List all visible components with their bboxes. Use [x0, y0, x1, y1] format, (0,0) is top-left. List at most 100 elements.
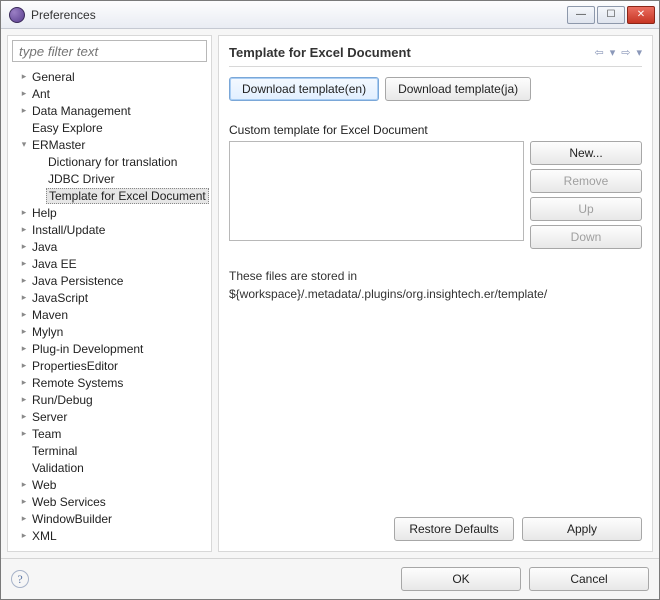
arrow-collapsed-icon[interactable]: ▸	[18, 530, 30, 541]
arrow-collapsed-icon[interactable]: ▸	[18, 309, 30, 320]
tree-node-label: Java	[30, 240, 59, 254]
preferences-tree[interactable]: ▸General▸Ant▸Data ManagementEasy Explore…	[8, 66, 211, 551]
preferences-window: Preferences — ☐ ✕ ▸General▸Ant▸Data Mana…	[0, 0, 660, 600]
restore-defaults-button[interactable]: Restore Defaults	[394, 517, 514, 541]
tree-node[interactable]: Easy Explore	[8, 119, 211, 136]
tree-node[interactable]: Validation	[8, 459, 211, 476]
arrow-collapsed-icon[interactable]: ▸	[18, 71, 30, 82]
tree-node[interactable]: JDBC Driver	[8, 170, 211, 187]
tree-node[interactable]: ▸PropertiesEditor	[8, 357, 211, 374]
arrow-collapsed-icon[interactable]: ▸	[18, 513, 30, 524]
tree-node[interactable]: ▾ERMaster	[8, 136, 211, 153]
tree-node[interactable]: ▸Team	[8, 425, 211, 442]
arrow-collapsed-icon[interactable]: ▸	[18, 88, 30, 99]
tree-node[interactable]: ▸Ant	[8, 85, 211, 102]
arrow-collapsed-icon[interactable]: ▸	[18, 224, 30, 235]
arrow-collapsed-icon[interactable]: ▸	[18, 343, 30, 354]
tree-node-label: Java EE	[30, 257, 79, 271]
tree-node[interactable]: Dictionary for translation	[8, 153, 211, 170]
tree-node-label: Web	[30, 478, 58, 492]
arrow-collapsed-icon[interactable]: ▸	[18, 360, 30, 371]
arrow-collapsed-icon[interactable]: ▸	[18, 207, 30, 218]
template-side-buttons: New... Remove Up Down	[530, 141, 642, 249]
window-controls: — ☐ ✕	[567, 6, 655, 24]
tree-node[interactable]: ▸Run/Debug	[8, 391, 211, 408]
tree-node[interactable]: ▸Java	[8, 238, 211, 255]
tree-node-label: Terminal	[30, 444, 79, 458]
back-icon[interactable]: ⇦	[595, 46, 604, 59]
tree-node-label: General	[30, 70, 77, 84]
arrow-collapsed-icon[interactable]: ▸	[18, 377, 30, 388]
template-listbox[interactable]	[229, 141, 524, 241]
tree-node[interactable]: ▸Web Services	[8, 493, 211, 510]
tree-node-label: Web Services	[30, 495, 108, 509]
arrow-collapsed-icon[interactable]: ▸	[18, 428, 30, 439]
tree-node-label: Mylyn	[30, 325, 65, 339]
maximize-button[interactable]: ☐	[597, 6, 625, 24]
close-button[interactable]: ✕	[627, 6, 655, 24]
arrow-expanded-icon[interactable]: ▾	[18, 139, 30, 150]
tree-node[interactable]: ▸Mylyn	[8, 323, 211, 340]
minimize-button[interactable]: —	[567, 6, 595, 24]
tree-node-label: JavaScript	[30, 291, 90, 305]
new-button[interactable]: New...	[530, 141, 642, 165]
arrow-collapsed-icon[interactable]: ▸	[18, 411, 30, 422]
tree-node[interactable]: ▸JavaScript	[8, 289, 211, 306]
tree-node[interactable]: ▸Remote Systems	[8, 374, 211, 391]
titlebar: Preferences — ☐ ✕	[1, 1, 659, 29]
remove-button[interactable]: Remove	[530, 169, 642, 193]
arrow-collapsed-icon[interactable]: ▸	[18, 258, 30, 269]
tree-node[interactable]: ▸Data Management	[8, 102, 211, 119]
tree-node-label: WindowBuilder	[30, 512, 114, 526]
arrow-collapsed-icon[interactable]: ▸	[18, 292, 30, 303]
download-template-en-button[interactable]: Download template(en)	[229, 77, 379, 101]
tree-node[interactable]: ▸Server	[8, 408, 211, 425]
custom-template-label: Custom template for Excel Document	[229, 123, 642, 137]
menu-icon[interactable]: ▾	[636, 46, 642, 59]
arrow-collapsed-icon[interactable]: ▸	[18, 105, 30, 116]
apply-button[interactable]: Apply	[522, 517, 642, 541]
custom-template-row: New... Remove Up Down	[229, 141, 642, 249]
tree-node[interactable]: ▸Install/Update	[8, 221, 211, 238]
down-button[interactable]: Down	[530, 225, 642, 249]
tree-node-label: Dictionary for translation	[46, 155, 179, 169]
tree-node[interactable]: Template for Excel Document	[8, 187, 211, 204]
forward2-icon[interactable]: ⇨	[621, 46, 630, 59]
ok-button[interactable]: OK	[401, 567, 521, 591]
tree-node[interactable]: ▸Plug-in Development	[8, 340, 211, 357]
tree-node[interactable]: ▸Help	[8, 204, 211, 221]
filter-input[interactable]	[12, 40, 207, 62]
tree-node[interactable]: ▸WindowBuilder	[8, 510, 211, 527]
window-title: Preferences	[31, 8, 567, 22]
tree-node[interactable]: ▸Java EE	[8, 255, 211, 272]
tree-node-label: Maven	[30, 308, 70, 322]
tree-node-label: Ant	[30, 87, 52, 101]
forward-icon[interactable]: ▾	[610, 46, 616, 59]
download-template-ja-button[interactable]: Download template(ja)	[385, 77, 531, 101]
tree-node-label: Help	[30, 206, 59, 220]
tree-node[interactable]: ▸Maven	[8, 306, 211, 323]
tree-node-label: Install/Update	[30, 223, 107, 237]
tree-node[interactable]: ▸Java Persistence	[8, 272, 211, 289]
help-icon[interactable]: ?	[11, 570, 29, 588]
tree-node[interactable]: ▸Web	[8, 476, 211, 493]
tree-node-label: Plug-in Development	[30, 342, 145, 356]
tree-panel: ▸General▸Ant▸Data ManagementEasy Explore…	[7, 35, 212, 552]
arrow-collapsed-icon[interactable]: ▸	[18, 275, 30, 286]
storage-info: These files are stored in ${workspace}/.…	[229, 267, 642, 303]
up-button[interactable]: Up	[530, 197, 642, 221]
arrow-collapsed-icon[interactable]: ▸	[18, 241, 30, 252]
tree-node-label: JDBC Driver	[46, 172, 117, 186]
bottom-bar: ? OK Cancel	[1, 558, 659, 599]
tree-node-label: Template for Excel Document	[46, 188, 209, 204]
storage-info-line2: ${workspace}/.metadata/.plugins/org.insi…	[229, 285, 642, 303]
detail-panel: Template for Excel Document ⇦ ▾ ⇨ ▾ Down…	[218, 35, 653, 552]
arrow-collapsed-icon[interactable]: ▸	[18, 394, 30, 405]
tree-node[interactable]: Terminal	[8, 442, 211, 459]
arrow-collapsed-icon[interactable]: ▸	[18, 496, 30, 507]
tree-node[interactable]: ▸General	[8, 68, 211, 85]
cancel-button[interactable]: Cancel	[529, 567, 649, 591]
tree-node[interactable]: ▸XML	[8, 527, 211, 544]
arrow-collapsed-icon[interactable]: ▸	[18, 479, 30, 490]
arrow-collapsed-icon[interactable]: ▸	[18, 326, 30, 337]
